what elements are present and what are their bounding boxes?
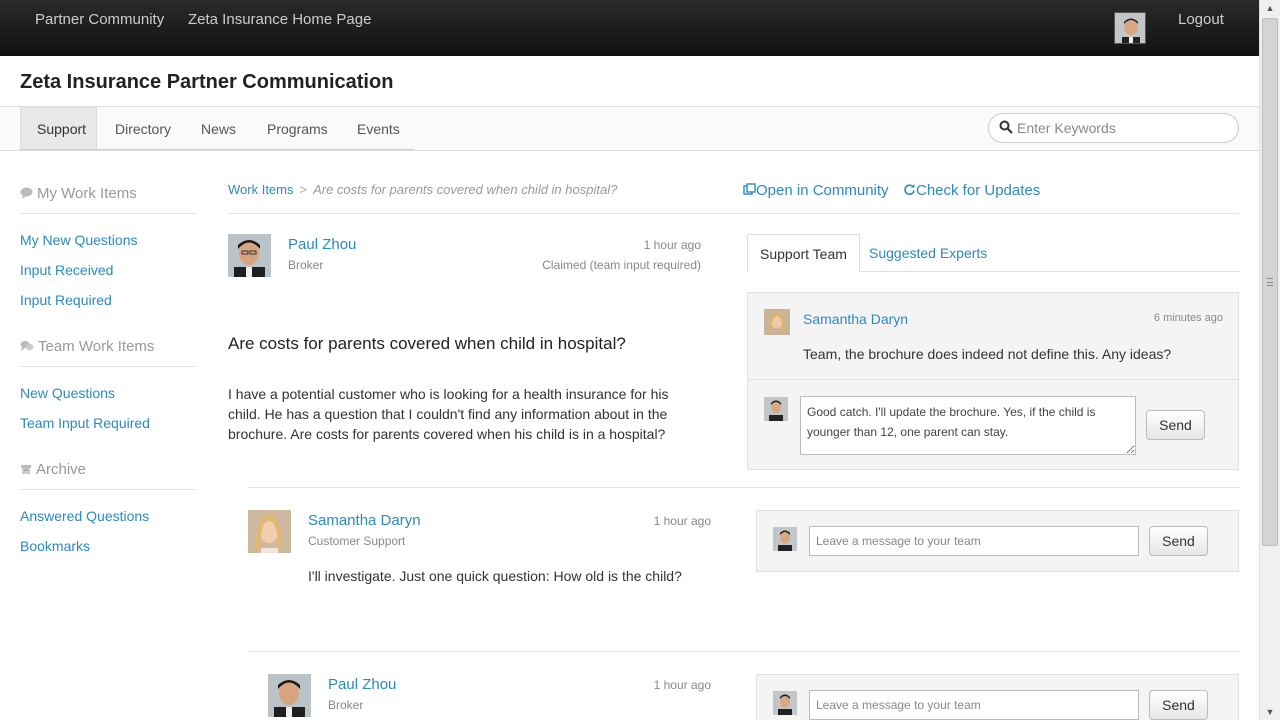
breadcrumb-current: Are costs for parents covered when child… [313, 182, 618, 197]
question-author-role: Broker [288, 258, 324, 272]
sidebar-heading-archive[interactable]: Archive [20, 461, 86, 479]
question-author-name[interactable]: Paul Zhou [288, 236, 356, 253]
current-user-avatar [773, 527, 797, 551]
reply-author-role: Broker [328, 698, 364, 712]
archive-icon [20, 462, 32, 479]
vertical-scrollbar[interactable]: ▲ ▼ [1259, 0, 1280, 720]
team-chat-timestamp: 6 minutes ago [1153, 312, 1223, 324]
sidebar-heading-my-work-items[interactable]: My Work Items [20, 185, 137, 203]
reply-author-name[interactable]: Paul Zhou [328, 676, 396, 693]
zeta-home-page-link[interactable]: Zeta Insurance Home Page [188, 11, 371, 28]
reply-author-avatar[interactable] [268, 674, 311, 717]
sidebar-divider [20, 489, 197, 490]
section-divider [248, 487, 1239, 488]
top-navigation-bar: Partner Community Zeta Insurance Home Pa… [0, 0, 1259, 56]
sidebar-item-my-new-questions[interactable]: My New Questions [20, 232, 137, 248]
reply-timestamp: 1 hour ago [653, 514, 711, 528]
current-user-avatar[interactable] [1114, 12, 1146, 44]
question-status: Claimed (team input required) [542, 258, 701, 272]
breadcrumb: Work Items > Are costs for parents covered… [228, 182, 617, 197]
tab-support-team[interactable]: Support Team [747, 234, 860, 272]
external-window-icon [743, 182, 756, 199]
team-message-panel: Send [756, 510, 1239, 572]
team-message-send-button[interactable]: Send [1149, 526, 1208, 556]
tab-support[interactable]: Support [20, 107, 97, 149]
scroll-down-arrow-icon[interactable]: ▼ [1260, 704, 1280, 720]
current-user-avatar [773, 691, 797, 715]
team-message-panel: Send [756, 674, 1239, 720]
sidebar-item-team-input-required[interactable]: Team Input Required [20, 415, 150, 431]
sidebar-item-new-questions[interactable]: New Questions [20, 385, 115, 401]
search-icon [999, 120, 1013, 139]
logout-link[interactable]: Logout [1178, 11, 1224, 28]
team-chat-message: Team, the brochure does indeed not defin… [803, 346, 1172, 362]
tab-underline [20, 149, 414, 150]
sidebar-item-input-received[interactable]: Input Received [20, 262, 113, 278]
sidebar-divider [20, 213, 197, 214]
chat-bubble-icon [20, 186, 33, 203]
reply-author-name[interactable]: Samantha Daryn [308, 512, 421, 529]
current-user-avatar [764, 397, 788, 421]
team-chat-panel: Samantha Daryn 6 minutes ago Team, the b… [747, 292, 1239, 470]
grip-icon [1267, 278, 1273, 286]
sidebar-item-answered-questions[interactable]: Answered Questions [20, 508, 149, 524]
tab-news[interactable]: News [185, 107, 252, 149]
reply-author-role: Customer Support [308, 534, 406, 548]
main-tab-bar: Support Directory News Programs Events [0, 107, 1259, 151]
page-title: Zeta Insurance Partner Communication [20, 71, 394, 93]
open-in-community-link[interactable]: Open in Community [743, 182, 889, 199]
header-divider [228, 213, 1239, 214]
search-box[interactable] [988, 113, 1239, 143]
sidebar-divider [20, 366, 197, 367]
right-tab-bar: Support Team Suggested Experts [747, 234, 1239, 272]
page-header: Zeta Insurance Partner Communication [0, 56, 1259, 107]
question-title: Are costs for parents covered when child… [228, 334, 626, 353]
breadcrumb-separator: > [299, 182, 308, 197]
search-input[interactable] [1017, 118, 1227, 138]
tab-programs[interactable]: Programs [251, 107, 344, 149]
sidebar-heading-team-work-items[interactable]: Team Work Items [20, 338, 154, 356]
scroll-up-arrow-icon[interactable]: ▲ [1260, 0, 1280, 16]
tab-suggested-experts[interactable]: Suggested Experts [857, 234, 999, 272]
sidebar-item-bookmarks[interactable]: Bookmarks [20, 538, 90, 554]
question-body: I have a potential customer who is looki… [228, 386, 669, 442]
team-chat-divider [748, 379, 1238, 380]
tab-directory[interactable]: Directory [99, 107, 187, 149]
reply-text: I'll investigate. Just one quick questio… [308, 568, 682, 584]
team-message-send-button[interactable]: Send [1149, 690, 1208, 720]
question-timestamp: 1 hour ago [643, 238, 701, 252]
author-avatar[interactable] [228, 234, 271, 277]
team-message-input[interactable] [809, 690, 1139, 720]
reply-author-avatar[interactable] [248, 510, 291, 553]
reply-timestamp: 1 hour ago [653, 678, 711, 692]
team-chat-send-button[interactable]: Send [1146, 410, 1205, 440]
section-divider [248, 651, 1239, 652]
team-member-avatar[interactable] [764, 309, 790, 335]
team-message-input[interactable] [809, 526, 1139, 556]
team-chat-reply-field[interactable] [800, 396, 1136, 455]
refresh-icon [903, 182, 916, 199]
check-for-updates-link[interactable]: Check for Updates [903, 182, 1040, 199]
scrollbar-thumb[interactable] [1262, 18, 1278, 546]
team-chat-icon [20, 339, 34, 356]
breadcrumb-work-items[interactable]: Work Items [228, 182, 294, 197]
sidebar-item-input-required[interactable]: Input Required [20, 292, 112, 308]
partner-community-link[interactable]: Partner Community [35, 11, 164, 28]
team-chat-author-name[interactable]: Samantha Daryn [803, 311, 908, 327]
tab-events[interactable]: Events [341, 107, 416, 149]
